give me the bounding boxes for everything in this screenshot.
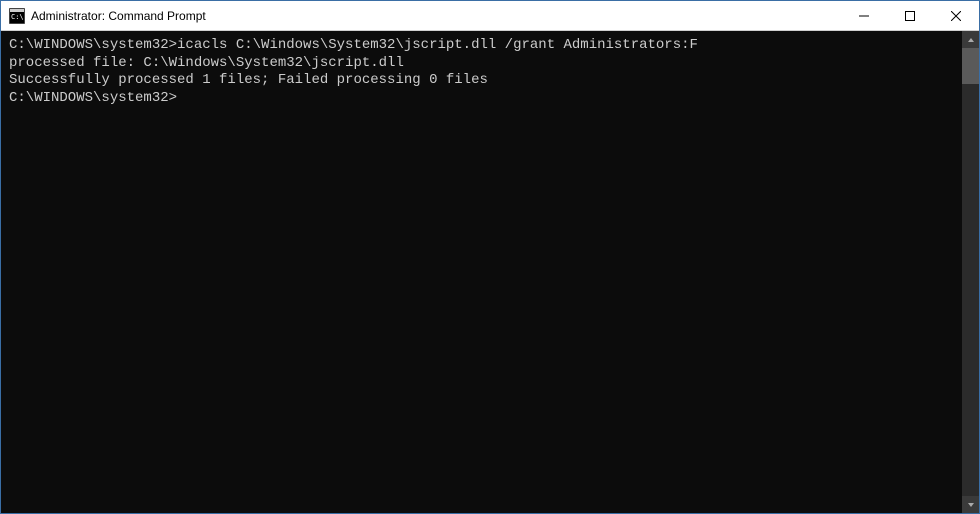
vertical-scrollbar[interactable] [962, 31, 979, 513]
window-title: Administrator: Command Prompt [31, 9, 841, 23]
close-button[interactable] [933, 1, 979, 30]
scrollbar-thumb[interactable] [962, 48, 979, 84]
scroll-up-button[interactable] [962, 31, 979, 48]
terminal-line: processed file: C:\Windows\System32\jscr… [9, 55, 954, 73]
terminal-line: C:\WINDOWS\system32>icacls C:\Windows\Sy… [9, 37, 954, 55]
titlebar[interactable]: C:\ Administrator: Command Prompt [1, 1, 979, 31]
terminal-line: Successfully processed 1 files; Failed p… [9, 72, 954, 90]
command-prompt-window: C:\ Administrator: Command Prompt C:\WIN… [0, 0, 980, 514]
cmd-icon: C:\ [9, 8, 25, 24]
scrollbar-track[interactable] [962, 48, 979, 496]
minimize-button[interactable] [841, 1, 887, 30]
maximize-button[interactable] [887, 1, 933, 30]
scroll-down-button[interactable] [962, 496, 979, 513]
svg-text:C:\: C:\ [11, 13, 24, 21]
terminal-output[interactable]: C:\WINDOWS\system32>icacls C:\Windows\Sy… [1, 31, 962, 513]
window-controls [841, 1, 979, 30]
content-area: C:\WINDOWS\system32>icacls C:\Windows\Sy… [1, 31, 979, 513]
terminal-line: C:\WINDOWS\system32> [9, 90, 954, 108]
